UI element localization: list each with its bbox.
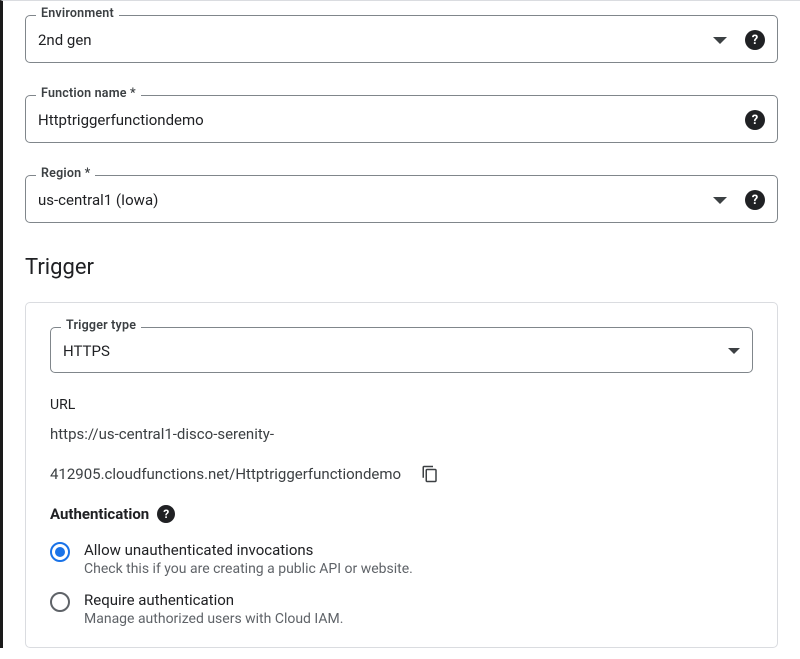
region-label: Region * (36, 166, 95, 181)
trigger-heading: Trigger (25, 255, 778, 280)
copy-icon[interactable] (421, 465, 439, 483)
radio-icon[interactable] (50, 592, 70, 612)
url-label: URL (50, 397, 753, 413)
auth-option-require-authentication[interactable]: Require authentication Manage authorized… (50, 591, 753, 627)
environment-label: Environment (36, 6, 119, 21)
auth-option-title: Require authentication (84, 591, 343, 609)
trigger-type-label: Trigger type (61, 318, 141, 333)
function-name-label: Function name * (36, 86, 141, 101)
region-field[interactable]: Region * us-central1 (Iowa) ? (25, 175, 778, 223)
help-icon[interactable]: ? (745, 110, 765, 130)
help-icon[interactable]: ? (157, 505, 175, 523)
function-name-value: Httptriggerfunctiondemo (38, 111, 204, 129)
trigger-card: Trigger type HTTPS URL https://us-centra… (25, 302, 778, 648)
url-text-1: https://us-central1-disco-serenity- (50, 425, 274, 443)
chevron-down-icon[interactable] (713, 197, 727, 204)
region-value: us-central1 (Iowa) (38, 191, 158, 209)
environment-value: 2nd gen (38, 31, 92, 49)
url-text-2: 412905.cloudfunctions.net/Httptriggerfun… (50, 465, 401, 483)
auth-option-desc: Check this if you are creating a public … (84, 561, 413, 577)
help-icon[interactable]: ? (745, 30, 765, 50)
help-icon[interactable]: ? (745, 190, 765, 210)
chevron-down-icon[interactable] (728, 348, 740, 354)
auth-option-desc: Manage authorized users with Cloud IAM. (84, 611, 343, 627)
auth-option-title: Allow unauthenticated invocations (84, 541, 413, 559)
authentication-header: Authentication ? (50, 505, 753, 523)
function-name-field[interactable]: Function name * Httptriggerfunctiondemo … (25, 95, 778, 143)
trigger-type-value: HTTPS (63, 342, 110, 360)
auth-option-allow-unauthenticated[interactable]: Allow unauthenticated invocations Check … (50, 541, 753, 577)
environment-field[interactable]: Environment 2nd gen ? (25, 15, 778, 63)
chevron-down-icon[interactable] (713, 37, 727, 44)
radio-icon[interactable] (50, 542, 70, 562)
authentication-label: Authentication (50, 505, 149, 523)
trigger-type-field[interactable]: Trigger type HTTPS (50, 327, 753, 373)
